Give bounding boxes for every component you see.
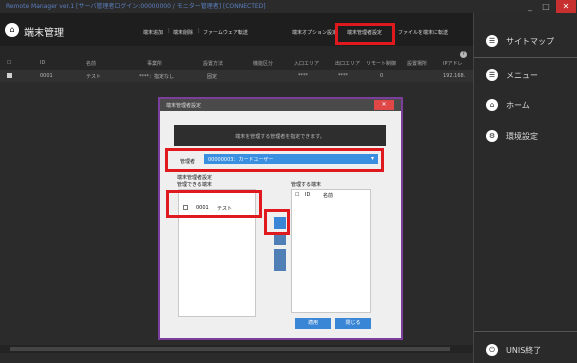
managed-list-title: 管理する端末: [291, 182, 322, 188]
close-button[interactable]: 閉じる: [335, 318, 371, 329]
manageable-list-title: 管理できる端末: [177, 182, 212, 188]
list-item-id: 0001: [196, 205, 209, 211]
sidebar-item-menu[interactable]: ☰ メニュー: [483, 67, 577, 83]
tab-add-terminal[interactable]: 端末追加: [143, 29, 163, 36]
managed-col-name: 名前: [323, 193, 334, 199]
sidebar-item-home[interactable]: ⌂ ホーム: [483, 97, 577, 113]
managed-terminals-list[interactable]: ☐ ID 名前: [291, 189, 371, 313]
minimize-button[interactable]: _: [523, 0, 537, 13]
sidebar-item-label: サイトマップ: [506, 37, 554, 46]
dialog-banner: 端末を管理する管理者を指定できます。: [174, 125, 386, 146]
admin-label: 管理者: [180, 159, 196, 165]
tab-separator: |: [168, 28, 170, 34]
exit-button[interactable]: ⏻ UNIS終了: [483, 342, 577, 358]
admin-select[interactable]: 00000003：カードユーザー ▾: [204, 154, 378, 164]
tab-terminal-options[interactable]: 端末オプション設定: [292, 29, 337, 36]
window-titlebar: Remote Manager ver.1 [サーバ管理者ログイン:0000000…: [0, 0, 577, 13]
sitemap-icon: ☰: [486, 35, 498, 47]
window-title: Remote Manager ver.1 [サーバ管理者ログイン:0000000…: [6, 3, 266, 10]
tab-firmware-transfer[interactable]: ファームウェア転送: [203, 29, 248, 36]
tab-delete-terminal[interactable]: 端末削除: [173, 29, 193, 36]
sidebar-item-label: ホーム: [506, 101, 530, 110]
terminal-admin-dialog: 端末管理者設定 ✕ 端末を管理する管理者を指定できます。 管理者 0000000…: [158, 97, 403, 340]
right-sidebar: ☰ サイトマップ ☰ メニュー ⌂ ホーム ⚙ 環境設定 ⏻ UNIS終了: [473, 13, 577, 363]
chevron-down-icon: ▾: [370, 155, 374, 162]
sidebar-item-sitemap[interactable]: ☰ サイトマップ: [483, 33, 577, 49]
dialog-description: 端末を管理する管理者を指定できます。: [235, 134, 325, 140]
list-item-name: テスト: [217, 206, 233, 212]
maximize-button[interactable]: □: [539, 0, 553, 13]
dialog-titlebar: 端末管理者設定 ✕: [160, 99, 401, 111]
tab-terminal-admin-settings[interactable]: 端末管理者設定: [347, 29, 382, 36]
divider: [474, 331, 577, 332]
home-icon: ⌂: [486, 99, 498, 111]
exit-label: UNIS終了: [506, 346, 542, 355]
toolbar-tabs: 端末追加 | 端末削除 | ファームウェア転送 端末オプション設定 端末管理者設…: [0, 13, 473, 46]
managed-col-id: ID: [305, 192, 311, 198]
sidebar-item-label: メニュー: [506, 71, 538, 80]
tab-separator: |: [198, 28, 200, 34]
divider: [474, 57, 577, 58]
admin-select-value: 00000003：カードユーザー: [208, 157, 274, 163]
close-window-button[interactable]: ✕: [556, 0, 576, 13]
sidebar-item-settings[interactable]: ⚙ 環境設定: [483, 128, 577, 144]
manageable-terminals-list[interactable]: 0001 テスト: [178, 189, 256, 317]
power-icon: ⏻: [486, 344, 498, 356]
settings-icon: ⚙: [486, 130, 498, 142]
menu-icon: ☰: [486, 69, 498, 81]
move-right-button[interactable]: [274, 217, 286, 229]
select-all-checkbox[interactable]: ☐: [295, 192, 299, 198]
dialog-close-button[interactable]: ✕: [374, 100, 394, 110]
dialog-title: 端末管理者設定: [166, 103, 202, 109]
move-all-left-button[interactable]: [274, 259, 286, 271]
section-title: 端末管理者設定: [177, 175, 213, 181]
page-header: ⌂ 端末管理 端末追加 | 端末削除 | ファームウェア転送 端末オプション設定…: [0, 13, 473, 46]
item-checkbox[interactable]: [183, 205, 188, 210]
tab-file-transfer[interactable]: ファイルを端末に転送: [398, 29, 448, 36]
apply-button[interactable]: 適用: [295, 318, 331, 329]
sidebar-item-label: 環境設定: [506, 132, 538, 141]
move-left-button[interactable]: [274, 233, 286, 245]
